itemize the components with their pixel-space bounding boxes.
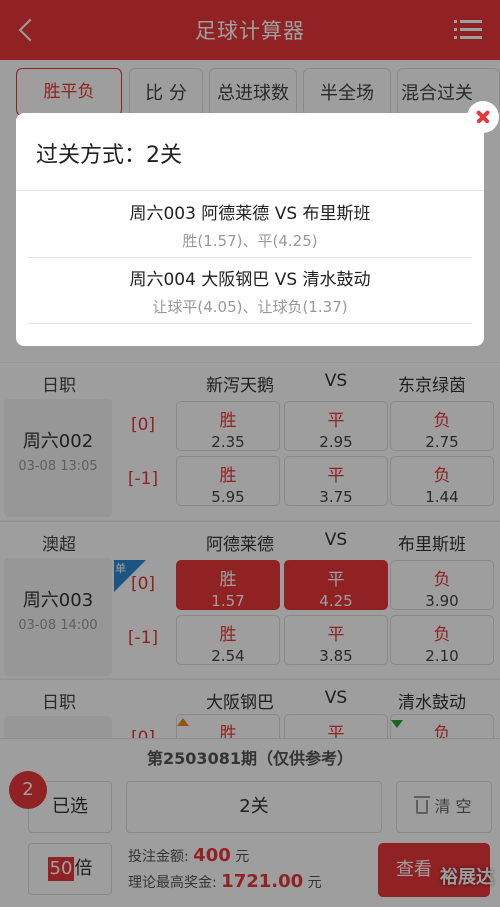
pass-type-dialog: 过关方式：2关 周六003 阿德莱德 VS 布里斯班 胜(1.57)、平(4.2… bbox=[16, 113, 484, 346]
dialog-match: 周六004 大阪钢巴 VS 清水鼓动 bbox=[129, 270, 371, 290]
dialog-odds: 胜(1.57)、平(4.25) bbox=[182, 232, 318, 250]
close-icon[interactable] bbox=[467, 101, 499, 133]
divider bbox=[16, 190, 484, 191]
divider bbox=[28, 257, 472, 258]
dialog-list-item: 周六003 阿德莱德 VS 布里斯班 胜(1.57)、平(4.25) bbox=[16, 199, 484, 251]
dialog-match: 周六003 阿德莱德 VS 布里斯班 bbox=[129, 204, 371, 224]
dialog-list-item: 周六004 大阪钢巴 VS 清水鼓动 让球平(4.05)、让球负(1.37) bbox=[16, 265, 484, 317]
dialog-odds: 让球平(4.05)、让球负(1.37) bbox=[152, 298, 348, 316]
dialog-title: 过关方式：2关 bbox=[36, 143, 182, 168]
divider bbox=[28, 323, 472, 324]
